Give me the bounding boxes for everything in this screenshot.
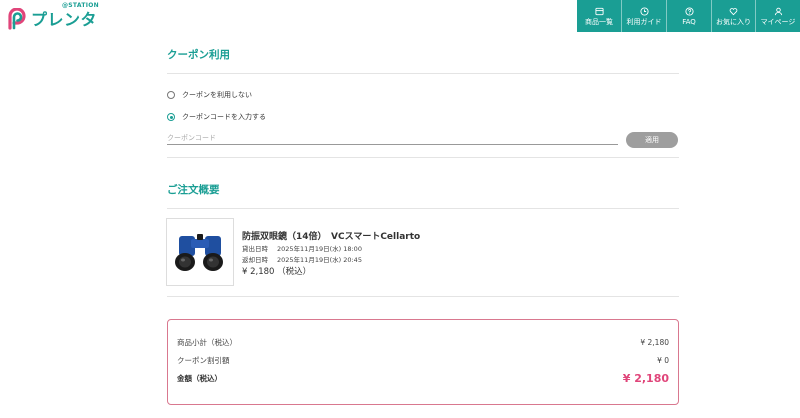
divider (167, 296, 679, 297)
radio-none[interactable] (167, 91, 175, 99)
logo-mark-icon (8, 8, 26, 30)
site-header: プレンタ @STATION 商品一覧 利用ガイド FAQ お気に入り マイページ (0, 0, 800, 32)
brand-sub: @STATION (62, 2, 99, 9)
nav-label: FAQ (682, 17, 696, 26)
divider (167, 73, 679, 74)
discount-label: クーポン割引額 (177, 356, 230, 365)
rent-label: 貸出日時 (242, 245, 268, 253)
nav-item-faq[interactable]: FAQ (667, 0, 712, 32)
question-icon (684, 6, 694, 16)
divider (167, 157, 679, 158)
product-price: ¥ 2,180 （税込） (242, 267, 312, 277)
list-icon (594, 7, 604, 15)
nav-item-favorites[interactable]: お気に入り (712, 0, 756, 32)
discount-value: ¥ 0 (657, 356, 669, 365)
total-value: ¥ 2,180 (622, 372, 669, 385)
total-label: 金額（税込） (177, 374, 222, 383)
clock-icon (639, 6, 649, 16)
nav-label: 商品一覧 (585, 17, 613, 26)
subtotal-row: 商品小計（税込） ¥ 2,180 (177, 337, 669, 348)
coupon-option-none[interactable]: クーポンを利用しない (167, 89, 252, 101)
heart-icon (729, 7, 738, 15)
coupon-option-code[interactable]: クーポンコードを入力する (167, 111, 266, 123)
apply-coupon-button[interactable]: 適用 (626, 132, 678, 148)
radio-label-none: クーポンを利用しない (182, 91, 252, 99)
nav-label: お気に入り (716, 17, 751, 26)
nav-item-guide[interactable]: 利用ガイド (622, 0, 667, 32)
coupon-code-input[interactable] (167, 131, 618, 145)
order-section-title: ご注文概要 (167, 184, 220, 196)
subtotal-label: 商品小計（税込） (177, 338, 237, 347)
main-nav: 商品一覧 利用ガイド FAQ お気に入り マイページ (577, 0, 800, 32)
radio-label-code: クーポンコードを入力する (182, 113, 266, 121)
product-name[interactable]: 防振双眼鏡（14倍） VCスマートCellarto (242, 229, 420, 242)
nav-item-mypage[interactable]: マイページ (756, 0, 800, 32)
user-icon (774, 7, 782, 15)
nav-item-products[interactable]: 商品一覧 (577, 0, 622, 32)
product-image[interactable] (166, 218, 234, 286)
binoculars-icon (175, 234, 223, 271)
return-datetime: 返却日時 2025年11月19日(水) 20:45 (242, 254, 362, 264)
rent-value: 2025年11月19日(水) 18:00 (277, 245, 362, 253)
coupon-section-title: クーポン利用 (167, 49, 230, 61)
return-value: 2025年11月19日(水) 20:45 (277, 256, 362, 264)
divider (167, 208, 679, 209)
brand-logo[interactable]: プレンタ @STATION (6, 2, 99, 30)
radio-code[interactable] (167, 113, 175, 121)
total-row: 金額（税込） ¥ 2,180 (177, 372, 669, 385)
subtotal-value: ¥ 2,180 (640, 338, 669, 347)
rent-datetime: 貸出日時 2025年11月19日(水) 18:00 (242, 243, 362, 253)
return-label: 返却日時 (242, 256, 268, 264)
nav-label: マイページ (760, 17, 796, 26)
nav-label: 利用ガイド (626, 17, 662, 26)
brand-name: プレンタ (31, 10, 98, 29)
price-summary-box: 商品小計（税込） ¥ 2,180 クーポン割引額 ¥ 0 金額（税込） ¥ 2,… (167, 319, 679, 405)
discount-row: クーポン割引額 ¥ 0 (177, 355, 669, 366)
